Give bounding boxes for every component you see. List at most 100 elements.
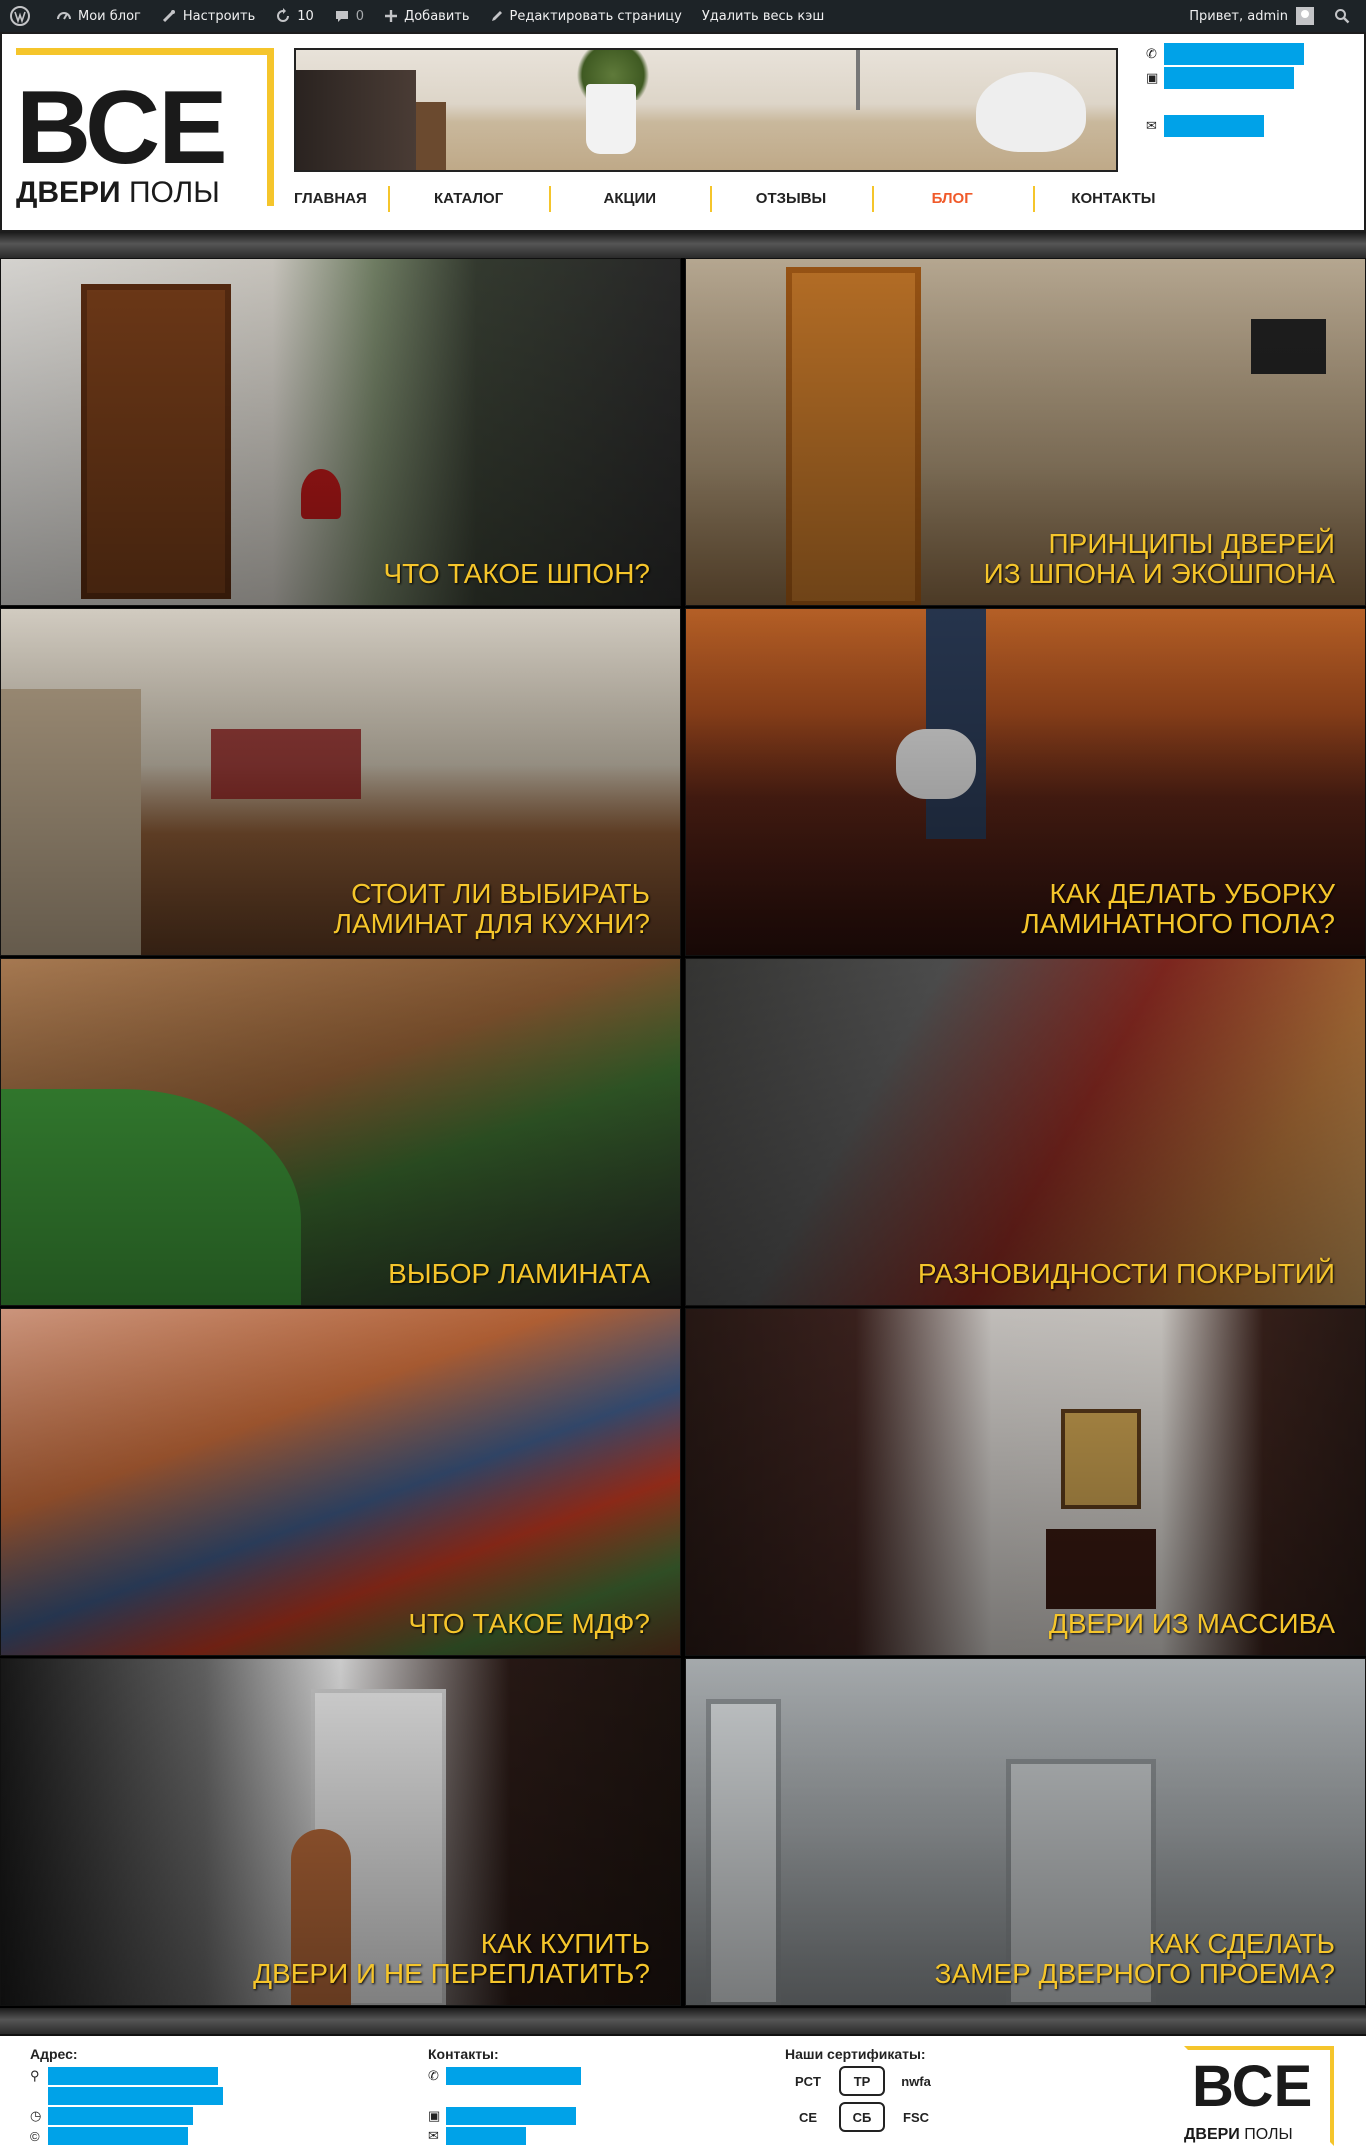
pencil-icon xyxy=(491,11,502,21)
blog-tile-title: КАК КУПИТЬ ДВЕРИ И НЕ ПЕРЕПЛАТИТЬ? xyxy=(253,1928,650,1989)
customize-button[interactable]: Настроить xyxy=(151,0,265,32)
clear-cache-button[interactable]: Удалить весь кэш xyxy=(692,0,834,32)
tile-shade xyxy=(686,1309,1365,1655)
banner-cabinet xyxy=(296,70,416,170)
redacted-hours xyxy=(48,2107,193,2125)
ce-cert-icon: CE xyxy=(798,2109,818,2125)
footer-separator xyxy=(0,2008,1366,2034)
redacted-address-2 xyxy=(48,2087,223,2105)
certificates-heading: Наши сертификаты: xyxy=(785,2046,926,2062)
footer-logo[interactable]: ВСЕ ДВЕРИ ПОЛЫ xyxy=(1184,2046,1334,2146)
admin-search-button[interactable] xyxy=(1324,0,1366,32)
wp-admin-bar: Мои блог Настроить 10 0 Добавить Редакти… xyxy=(0,0,1366,32)
redacted-fax xyxy=(1164,67,1294,89)
blog-tile-solid-wood-doors[interactable]: ДВЕРИ ИЗ МАССИВА xyxy=(685,1308,1366,1656)
customize-label: Настроить xyxy=(182,8,256,24)
dashboard-icon xyxy=(57,12,71,20)
nwfa-cert-icon: nwfa xyxy=(901,2073,931,2089)
nav-home[interactable]: ГЛАВНАЯ xyxy=(294,182,388,216)
clock-icon: ◷ xyxy=(30,2108,42,2123)
tile-shade xyxy=(1,259,680,605)
add-new-button[interactable]: Добавить xyxy=(374,0,479,32)
contacts-heading: Контакты: xyxy=(428,2046,499,2062)
wordpress-logo-button[interactable] xyxy=(0,0,46,32)
wordpress-icon xyxy=(10,6,30,26)
site-header: ВСЕ ДВЕРИ ПОЛЫ ✆ ▣ ✉ ГЛАВНАЯ КАТАЛОГ АКЦ… xyxy=(0,32,1366,232)
fax-icon: ▣ xyxy=(428,2108,441,2123)
blog-tile-choosing-laminate[interactable]: ВЫБОР ЛАМИНАТА xyxy=(0,958,681,1306)
fax-icon: ▣ xyxy=(1146,70,1159,86)
footer-fax-row: ▣ xyxy=(428,2106,581,2126)
location-pin-icon: ⚲ xyxy=(30,2068,40,2083)
tile-shade xyxy=(1,959,680,1305)
blog-tile-title: ЧТО ТАКОЕ МДФ? xyxy=(408,1608,650,1639)
logo-text-doors: ДВЕРИ xyxy=(16,176,121,209)
address-heading: Адрес: xyxy=(30,2046,78,2062)
envelope-icon: ✉ xyxy=(1146,118,1157,134)
account-menu[interactable]: Привет, admin xyxy=(1179,0,1324,32)
blog-tile-title: ЧТО ТАКОЕ ШПОН? xyxy=(383,558,650,589)
copyright-icon: © xyxy=(30,2128,40,2144)
blog-tile-veneer-principles[interactable]: ПРИНЦИПЫ ДВЕРЕЙ ИЗ ШПОНА И ЭКОШПОНА xyxy=(685,258,1366,606)
redacted-email[interactable] xyxy=(1164,115,1264,137)
updates-icon xyxy=(277,8,290,22)
edit-page-button[interactable]: Редактировать страницу xyxy=(480,0,692,32)
blog-tile-title: КАК ДЕЛАТЬ УБОРКУ ЛАМИНАТНОГО ПОЛА? xyxy=(1021,878,1335,939)
blog-tile-measure-doorway[interactable]: КАК СДЕЛАТЬ ЗАМЕР ДВЕРНОГО ПРОЕМА? xyxy=(685,1658,1366,2006)
redacted-phone xyxy=(446,2067,581,2085)
footer-address: Адрес: ⚲ ◷ © xyxy=(30,2046,223,2146)
envelope-icon: ✉ xyxy=(428,2128,439,2143)
blog-tile-buy-doors[interactable]: КАК КУПИТЬ ДВЕРИ И НЕ ПЕРЕПЛАТИТЬ? xyxy=(0,1658,681,2006)
nav-promotions[interactable]: АКЦИИ xyxy=(549,182,710,216)
phone-icon: ✆ xyxy=(428,2068,439,2083)
footer-logo-main: ВСЕ xyxy=(1192,2054,1313,2119)
blog-tile-kitchen-laminate[interactable]: СТОИТ ЛИ ВЫБИРАТЬ ЛАМИНАТ ДЛЯ КУХНИ? xyxy=(0,608,681,956)
header-contacts: ✆ ▣ ✉ xyxy=(1146,42,1356,138)
header-fax-row: ▣ xyxy=(1146,66,1356,90)
brush-icon xyxy=(162,10,175,23)
main-nav: ГЛАВНАЯ КАТАЛОГ АКЦИИ ОТЗЫВЫ БЛОГ КОНТАК… xyxy=(294,182,1194,216)
updates-count: 10 xyxy=(297,8,314,24)
my-blogs-label: Мои блог xyxy=(78,8,141,24)
address-row-2 xyxy=(30,2086,223,2106)
greeting-label: Привет, admin xyxy=(1189,8,1288,24)
logo-text-main: ВСЕ xyxy=(16,70,228,186)
blog-tile-coating-types[interactable]: РАЗНОВИДНОСТИ ПОКРЫТИЙ xyxy=(685,958,1366,1306)
header-phone-row: ✆ xyxy=(1146,42,1356,66)
banner-basket xyxy=(416,102,446,170)
redacted-address xyxy=(48,2067,218,2085)
footer-email-row: ✉ xyxy=(428,2126,581,2146)
nav-catalog[interactable]: КАТАЛОГ xyxy=(388,182,549,216)
footer-certificates: Наши сертификаты: PCT TP nwfa CE СБ FSC xyxy=(785,2046,939,2132)
blog-tile-title: ДВЕРИ ИЗ МАССИВА xyxy=(1048,1608,1335,1639)
tile-shade xyxy=(1,1309,680,1655)
banner-vase xyxy=(586,84,636,154)
comments-count: 0 xyxy=(355,8,365,24)
address-row: ⚲ xyxy=(30,2066,223,2086)
blog-tile-veneer[interactable]: ЧТО ТАКОЕ ШПОН? xyxy=(0,258,681,606)
redacted-email[interactable] xyxy=(446,2127,526,2145)
nav-blog[interactable]: БЛОГ xyxy=(871,182,1033,216)
nav-contacts[interactable]: КОНТАКТЫ xyxy=(1032,182,1194,216)
comments-button[interactable]: 0 xyxy=(324,0,374,32)
blog-grid: ЧТО ТАКОЕ ШПОН? ПРИНЦИПЫ ДВЕРЕЙ ИЗ ШПОНА … xyxy=(0,258,1366,2008)
redacted-fax xyxy=(446,2107,576,2125)
blog-tile-laminate-cleaning[interactable]: КАК ДЕЛАТЬ УБОРКУ ЛАМИНАТНОГО ПОЛА? xyxy=(685,608,1366,956)
pct-cert-icon: PCT xyxy=(795,2073,821,2089)
fsc-cert-icon: FSC xyxy=(903,2109,929,2125)
certificate-logos: PCT TP nwfa CE СБ FSC xyxy=(785,2066,939,2132)
my-blogs-button[interactable]: Мои блог xyxy=(46,0,151,32)
banner-lamp xyxy=(856,50,860,110)
updates-button[interactable]: 10 xyxy=(265,0,324,32)
blog-tile-mdf[interactable]: ЧТО ТАКОЕ МДФ? xyxy=(0,1308,681,1656)
tp-cert-icon: TP xyxy=(839,2066,885,2096)
site-logo[interactable]: ВСЕ ДВЕРИ ПОЛЫ xyxy=(16,48,274,209)
logo-text-floors: ПОЛЫ xyxy=(120,176,220,209)
redacted-phone xyxy=(1164,43,1304,65)
nav-reviews[interactable]: ОТЗЫВЫ xyxy=(710,182,871,216)
hours-row: ◷ xyxy=(30,2106,223,2126)
copyright-row: © xyxy=(30,2126,223,2146)
blog-tile-title: РАЗНОВИДНОСТИ ПОКРЫТИЙ xyxy=(917,1258,1335,1289)
blog-tile-title: ВЫБОР ЛАМИНАТА xyxy=(388,1258,650,1289)
blog-tile-title: СТОИТ ЛИ ВЫБИРАТЬ ЛАМИНАТ ДЛЯ КУХНИ? xyxy=(333,878,650,939)
